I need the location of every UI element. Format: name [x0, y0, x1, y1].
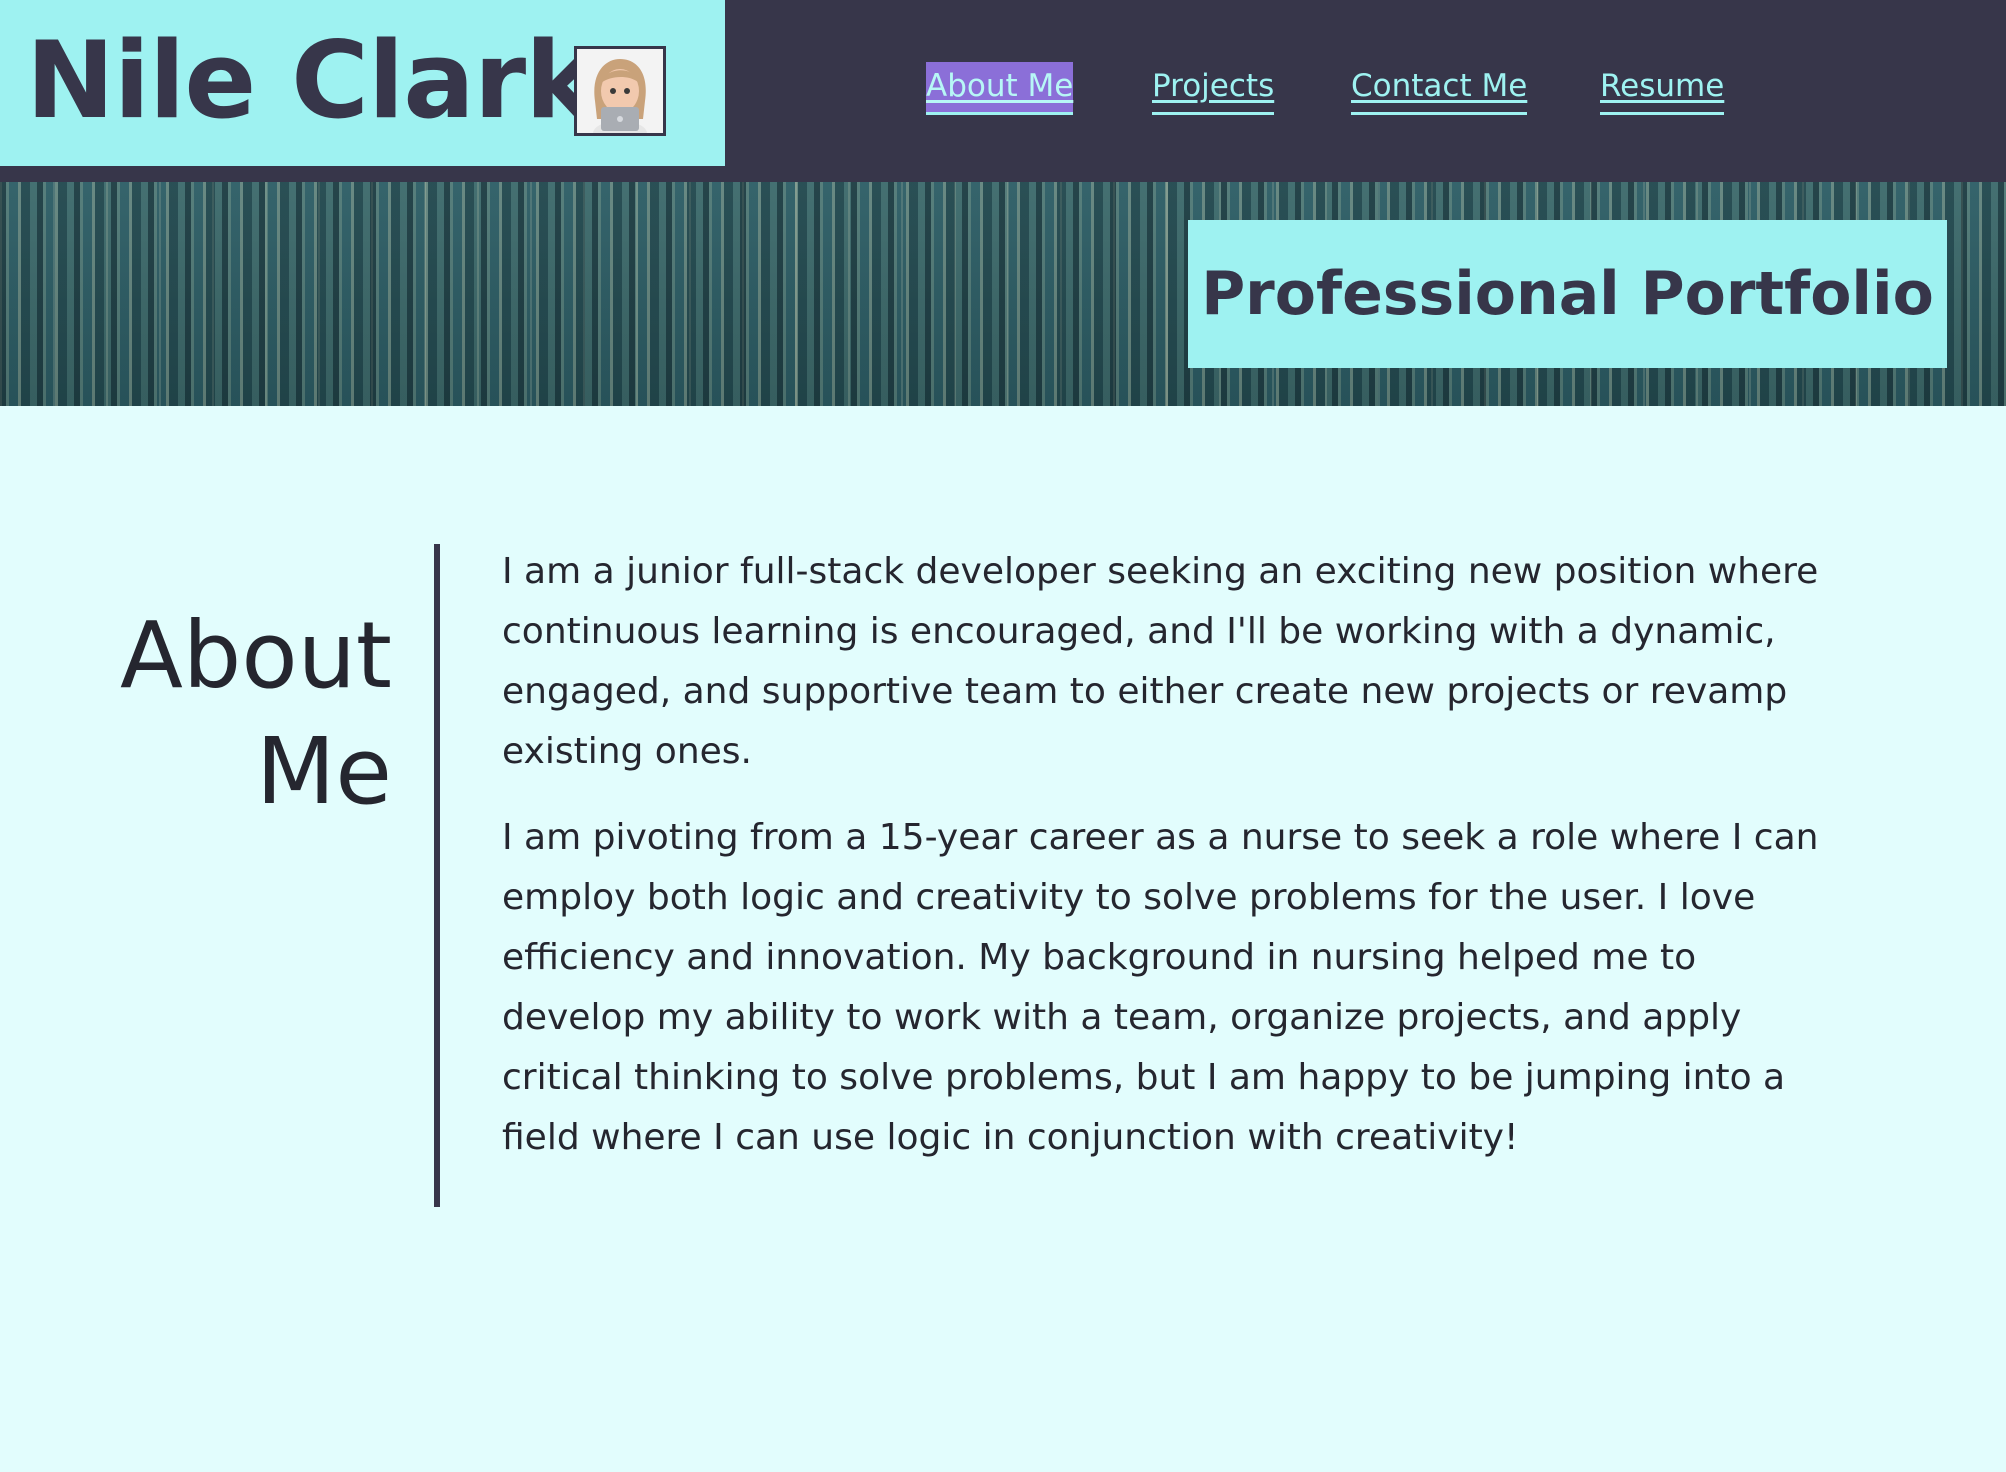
- nav-link-projects[interactable]: Projects: [1152, 62, 1275, 115]
- nav-link-resume[interactable]: Resume: [1600, 62, 1725, 115]
- hero-title: Professional Portfolio: [1201, 259, 1934, 329]
- memoji-laptop-icon: [577, 49, 663, 133]
- about-heading: About Me: [92, 598, 392, 830]
- nav-link-about-me[interactable]: About Me: [926, 62, 1074, 115]
- about-paragraph: I am a junior full-stack developer seeki…: [502, 551, 1819, 772]
- about-body: I am a junior full-stack developer seeki…: [502, 542, 1842, 1194]
- site-owner-name: Nile Clark: [26, 19, 596, 142]
- brand-block: Nile Clark: [0, 0, 725, 166]
- section-divider: [434, 544, 440, 1207]
- hero-banner: Professional Portfolio: [0, 182, 2006, 406]
- about-heading-text: About Me: [119, 602, 392, 825]
- about-paragraph: I am pivoting from a 15-year career as a…: [502, 817, 1819, 1158]
- avatar: [574, 46, 666, 136]
- nav-link-contact-me[interactable]: Contact Me: [1351, 62, 1528, 115]
- site-header: Nile Clark About Me Projects Contact Me …: [0, 0, 2006, 182]
- hero-title-badge: Professional Portfolio: [1188, 220, 1947, 368]
